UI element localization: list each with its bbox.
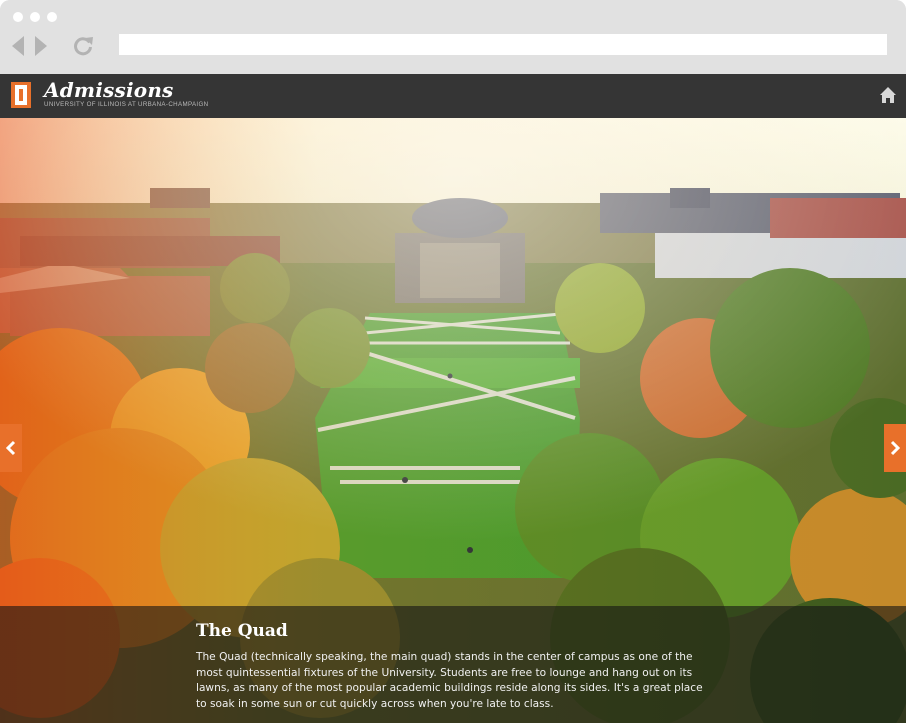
webpage: Admissions UNIVERSITY OF ILLINOIS AT URB… <box>0 74 906 723</box>
next-slide-button[interactable] <box>884 424 906 472</box>
slide-caption: The Quad The Quad (technically speaking,… <box>0 606 906 723</box>
window-dot-maximize[interactable] <box>47 12 57 22</box>
site-subtitle: UNIVERSITY OF ILLINOIS AT URBANA-CHAMPAI… <box>44 101 209 108</box>
window-dot-minimize[interactable] <box>30 12 40 22</box>
site-header: Admissions UNIVERSITY OF ILLINOIS AT URB… <box>0 74 906 118</box>
prev-slide-button[interactable] <box>0 424 22 472</box>
back-icon[interactable] <box>12 36 26 56</box>
forward-icon[interactable] <box>33 36 47 56</box>
address-bar[interactable] <box>119 34 887 55</box>
window-dot-close[interactable] <box>13 12 23 22</box>
illinois-logo-icon[interactable] <box>11 82 31 108</box>
slide-description: The Quad (technically speaking, the main… <box>196 651 703 710</box>
chevron-left-icon <box>5 440 16 456</box>
chevron-right-icon <box>890 440 901 456</box>
browser-window: Admissions UNIVERSITY OF ILLINOIS AT URB… <box>0 0 906 723</box>
hero-slide-image: The Quad The Quad (technically speaking,… <box>0 118 906 723</box>
browser-chrome <box>0 0 906 74</box>
site-title[interactable]: Admissions <box>44 78 174 102</box>
home-icon[interactable] <box>879 86 897 104</box>
reload-icon[interactable] <box>72 34 94 56</box>
slide-title: The Quad <box>196 621 288 641</box>
